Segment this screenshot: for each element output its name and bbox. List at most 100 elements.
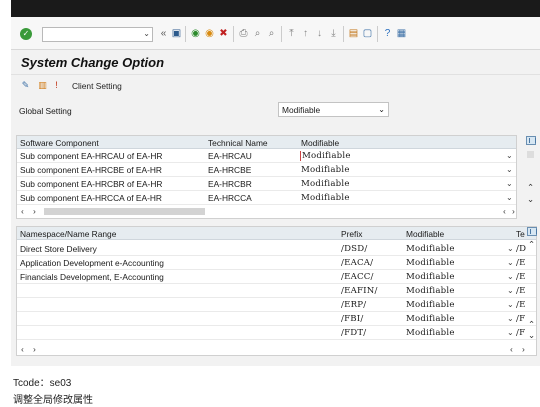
table-row[interactable]: /EAFIN/ Modifiable ⌄ /E [17,284,536,298]
modifiable-select[interactable]: Modifiable [406,286,455,296]
column-header[interactable]: Modifiable [301,138,339,148]
scroll-left-icon[interactable]: ‹ [21,206,24,216]
shortcut-icon[interactable]: ▢ [361,27,374,40]
system-toolbar: ✓ ⌄ « ▣ ◉ ◉ ✖ ⎙ ⌕ ⌕ ⤒ ↑ ↓ ⤓ ▤ ▢ ? ▦ [11,17,540,50]
scroll-up-icon[interactable]: ⌃ [528,239,535,250]
new-session-icon[interactable]: ▤ [347,27,360,40]
scroll-up-icon[interactable]: ⌃ [527,182,534,193]
save-icon[interactable]: ▣ [170,27,183,40]
enter-icon[interactable]: ✓ [20,28,32,40]
back-icon[interactable]: « [157,27,170,40]
component-name: Sub component EA-HRCAU of EA-HR [20,151,163,161]
technical-name: EA-HRCBE [208,165,252,175]
prev-page-icon[interactable]: ↑ [299,27,312,40]
modifiable-select[interactable]: Modifiable [406,300,455,310]
scroll-right-icon[interactable]: › [33,206,36,216]
description-caption: 调整全局修改属性 [13,395,93,406]
modifiable-select[interactable]: Modifiable [406,258,455,268]
table-row[interactable]: /FDT/ Modifiable ⌄ /F [17,326,536,340]
scroll-right-icon[interactable]: › [33,344,36,354]
customize-icon[interactable]: ▦ [395,27,408,40]
green-back-icon[interactable]: ◉ [189,27,202,40]
modifiable-select[interactable]: Modifiable [406,328,455,338]
cancel-icon[interactable]: ✖ [217,27,230,40]
help-icon[interactable]: ? [381,27,394,40]
column-header[interactable]: Prefix [341,229,362,239]
table-row[interactable]: Sub component EA-HRCBE of EA-HR EA-HRCBE… [17,163,516,177]
column-header[interactable]: Software Component [20,138,99,148]
column-header[interactable]: Modifiable [406,229,444,239]
chevron-down-icon[interactable]: ⌄ [507,314,514,323]
scroll-down-icon[interactable]: ⌄ [527,194,534,205]
text-cell: /E [516,258,526,268]
scroll-left-icon[interactable]: ‹ [21,344,24,354]
print-icon[interactable]: ⎙ [237,27,250,40]
table-row[interactable]: Direct Store Delivery /DSD/ Modifiable ⌄… [17,242,536,256]
modifiable-select[interactable]: Modifiable [406,314,455,324]
table-row[interactable]: Application Development e-Accounting /EA… [17,256,536,270]
chevron-down-icon[interactable]: ⌄ [506,179,513,188]
next-page-icon[interactable]: ↓ [313,27,326,40]
text-cell: /E [516,300,526,310]
modifiable-select[interactable]: Modifiable [301,179,350,189]
title-bar [11,0,540,17]
technical-name: EA-HRCAU [208,151,252,161]
prefix: /FDT/ [341,328,367,338]
chevron-down-icon[interactable]: ⌄ [378,105,385,114]
find-icon[interactable]: ⌕ [251,27,264,40]
table-row[interactable]: Sub component EA-HRCAU of EA-HR EA-HRCAU… [17,149,516,163]
first-page-icon[interactable]: ⤒ [285,27,298,40]
table-row[interactable]: /FBI/ Modifiable ⌄ /F [17,312,536,326]
chevron-down-icon[interactable]: ⌄ [507,244,514,253]
modifiable-select[interactable]: Modifiable [300,151,351,161]
table-row[interactable]: Financials Development, E-Accounting /EA… [17,270,536,284]
chevron-down-icon[interactable]: ⌄ [507,272,514,281]
exit-icon[interactable]: ◉ [203,27,216,40]
chevron-down-icon[interactable]: ⌄ [506,193,513,202]
column-header[interactable]: Namespace/Name Range [20,229,116,239]
horizontal-scrollbar[interactable]: ‹ › ‹ › [19,344,536,355]
scroll-right-icon[interactable]: › [522,344,525,354]
chevron-down-icon[interactable]: ⌄ [506,165,513,174]
chevron-down-icon[interactable]: ⌄ [507,258,514,267]
global-setting-select[interactable]: Modifiable ⌄ [278,102,389,117]
info-icon[interactable]: ! [51,80,62,91]
chevron-down-icon[interactable]: ⌄ [143,29,150,38]
modifiable-select[interactable]: Modifiable [301,193,350,203]
client-setting-button[interactable]: Client Setting [72,81,122,91]
modifiable-select[interactable]: Modifiable [406,272,455,282]
column-header[interactable]: Technical Name [208,138,268,148]
table-row[interactable]: Sub component EA-HRCBR of EA-HR EA-HRCBR… [17,177,516,191]
modifiable-select[interactable]: Modifiable [406,244,455,254]
scroll-thumb[interactable] [527,151,534,158]
chevron-down-icon[interactable]: ⌄ [507,286,514,295]
text-cell: /F [516,328,526,338]
table-row[interactable]: /ERP/ Modifiable ⌄ /E [17,298,536,312]
find-next-icon[interactable]: ⌕ [265,27,278,40]
scroll-down-icon[interactable]: ⌄ [528,330,535,341]
component-name: Sub component EA-HRCBR of EA-HR [20,179,163,189]
object-icon[interactable]: ▥ [37,80,48,91]
scroll-thumb[interactable] [44,208,205,215]
command-field[interactable]: ⌄ [42,27,153,42]
chevron-down-icon[interactable]: ⌄ [506,151,513,160]
display-change-icon[interactable]: ✎ [20,80,31,91]
chevron-down-icon[interactable]: ⌄ [507,328,514,337]
software-component-table: Software Component Technical Name Modifi… [16,135,517,219]
modifiable-select[interactable]: Modifiable [301,165,350,175]
last-page-icon[interactable]: ⤓ [327,27,340,40]
table-header: Namespace/Name Range Prefix Modifiable T… [17,227,536,240]
table-row[interactable]: Sub component EA-HRCCA of EA-HR EA-HRCCA… [17,191,516,205]
sap-window: ✓ ⌄ « ▣ ◉ ◉ ✖ ⎙ ⌕ ⌕ ⤒ ↑ ↓ ⤓ ▤ ▢ ? ▦ Syst… [11,0,540,366]
technical-name: EA-HRCCA [208,193,252,203]
scroll-up-icon[interactable]: ⌃ [528,319,535,330]
column-settings-icon[interactable] [526,136,536,145]
scroll-left-icon[interactable]: ‹ [510,344,513,354]
column-settings-icon[interactable] [527,227,537,236]
scroll-right-icon[interactable]: › [512,206,515,216]
chevron-down-icon[interactable]: ⌄ [507,300,514,309]
horizontal-scrollbar[interactable]: ‹ › ‹ › [19,206,516,217]
global-setting-label: Global Setting [19,106,72,116]
scroll-left-icon[interactable]: ‹ [503,206,506,216]
column-header[interactable]: Te [516,229,525,239]
